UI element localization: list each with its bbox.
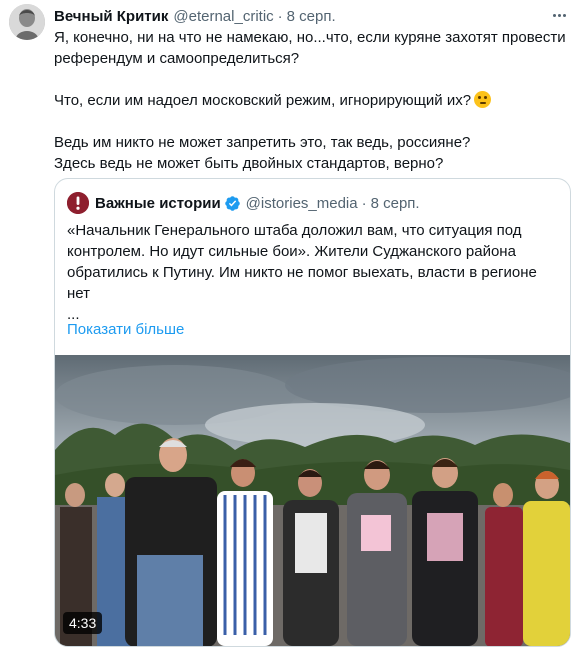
tweet-line: Ведь им никто не может запретить это, та…	[54, 134, 471, 151]
quoted-line: «Начальник Генерального штаба доложил ва…	[67, 222, 522, 239]
tweet-line: Я, конечно, ни на что не намекаю, но...ч…	[54, 29, 566, 46]
tweet-line-with-emoji: Что, если им надоел московский режим, иг…	[54, 90, 574, 111]
video-thumbnail	[55, 355, 570, 646]
video-player[interactable]: 4:33	[55, 355, 570, 646]
tweet-blank-line	[54, 111, 574, 132]
quoted-author-handle[interactable]: @istories_media	[246, 195, 358, 212]
quoted-tweet-header: Важные истории @istories_media · 8 серп.	[95, 193, 420, 213]
tweet-date[interactable]: 8 серп.	[287, 8, 336, 25]
tweet-line: Здесь ведь не может быть двойных стандар…	[54, 155, 444, 172]
more-horizontal-icon-dot	[557, 13, 561, 17]
more-horizontal-icon	[552, 13, 556, 17]
tweet-line: референдум и самоопределиться?	[54, 50, 300, 67]
quoted-tweet-date[interactable]: 8 серп.	[371, 195, 420, 212]
show-more-link[interactable]: Показати більше	[67, 321, 184, 338]
quoted-line: нет	[67, 285, 90, 302]
exclamation-icon	[67, 192, 89, 214]
quoted-line: контролем. Но идут сильные бои». Жители …	[67, 243, 516, 260]
quoted-line: обратились к Путину. Им никто не помог в…	[67, 264, 537, 281]
quoted-header-separator: ·	[361, 194, 367, 212]
quoted-author-avatar[interactable]	[67, 192, 89, 214]
tweet-line: Что, если им надоел московский режим, иг…	[54, 92, 472, 109]
quoted-tweet-text: «Начальник Генерального штаба доложил ва…	[67, 220, 561, 325]
thinking-face-emoji	[474, 91, 492, 108]
verified-badge-icon	[224, 195, 241, 212]
quoted-tweet[interactable]: Важные истории @istories_media · 8 серп.…	[54, 178, 571, 647]
tweet-header: Вечный Критик @eternal_critic · 8 серп.	[54, 6, 336, 26]
header-separator: ·	[277, 7, 283, 25]
tweet[interactable]: Вечный Критик @eternal_critic · 8 серп. …	[0, 0, 586, 656]
more-options-button[interactable]	[548, 4, 570, 26]
more-horizontal-icon-dot	[562, 13, 566, 17]
tweet-blank-line	[54, 69, 574, 90]
author-name[interactable]: Вечный Критик	[54, 8, 168, 25]
video-duration: 4:33	[63, 612, 103, 634]
author-handle[interactable]: @eternal_critic	[173, 8, 273, 25]
tweet-text: Я, конечно, ни на что не намекаю, но...ч…	[54, 27, 574, 174]
author-avatar[interactable]	[9, 4, 45, 40]
quoted-author-name[interactable]: Важные истории	[95, 195, 221, 212]
author-avatar-image	[9, 4, 45, 40]
